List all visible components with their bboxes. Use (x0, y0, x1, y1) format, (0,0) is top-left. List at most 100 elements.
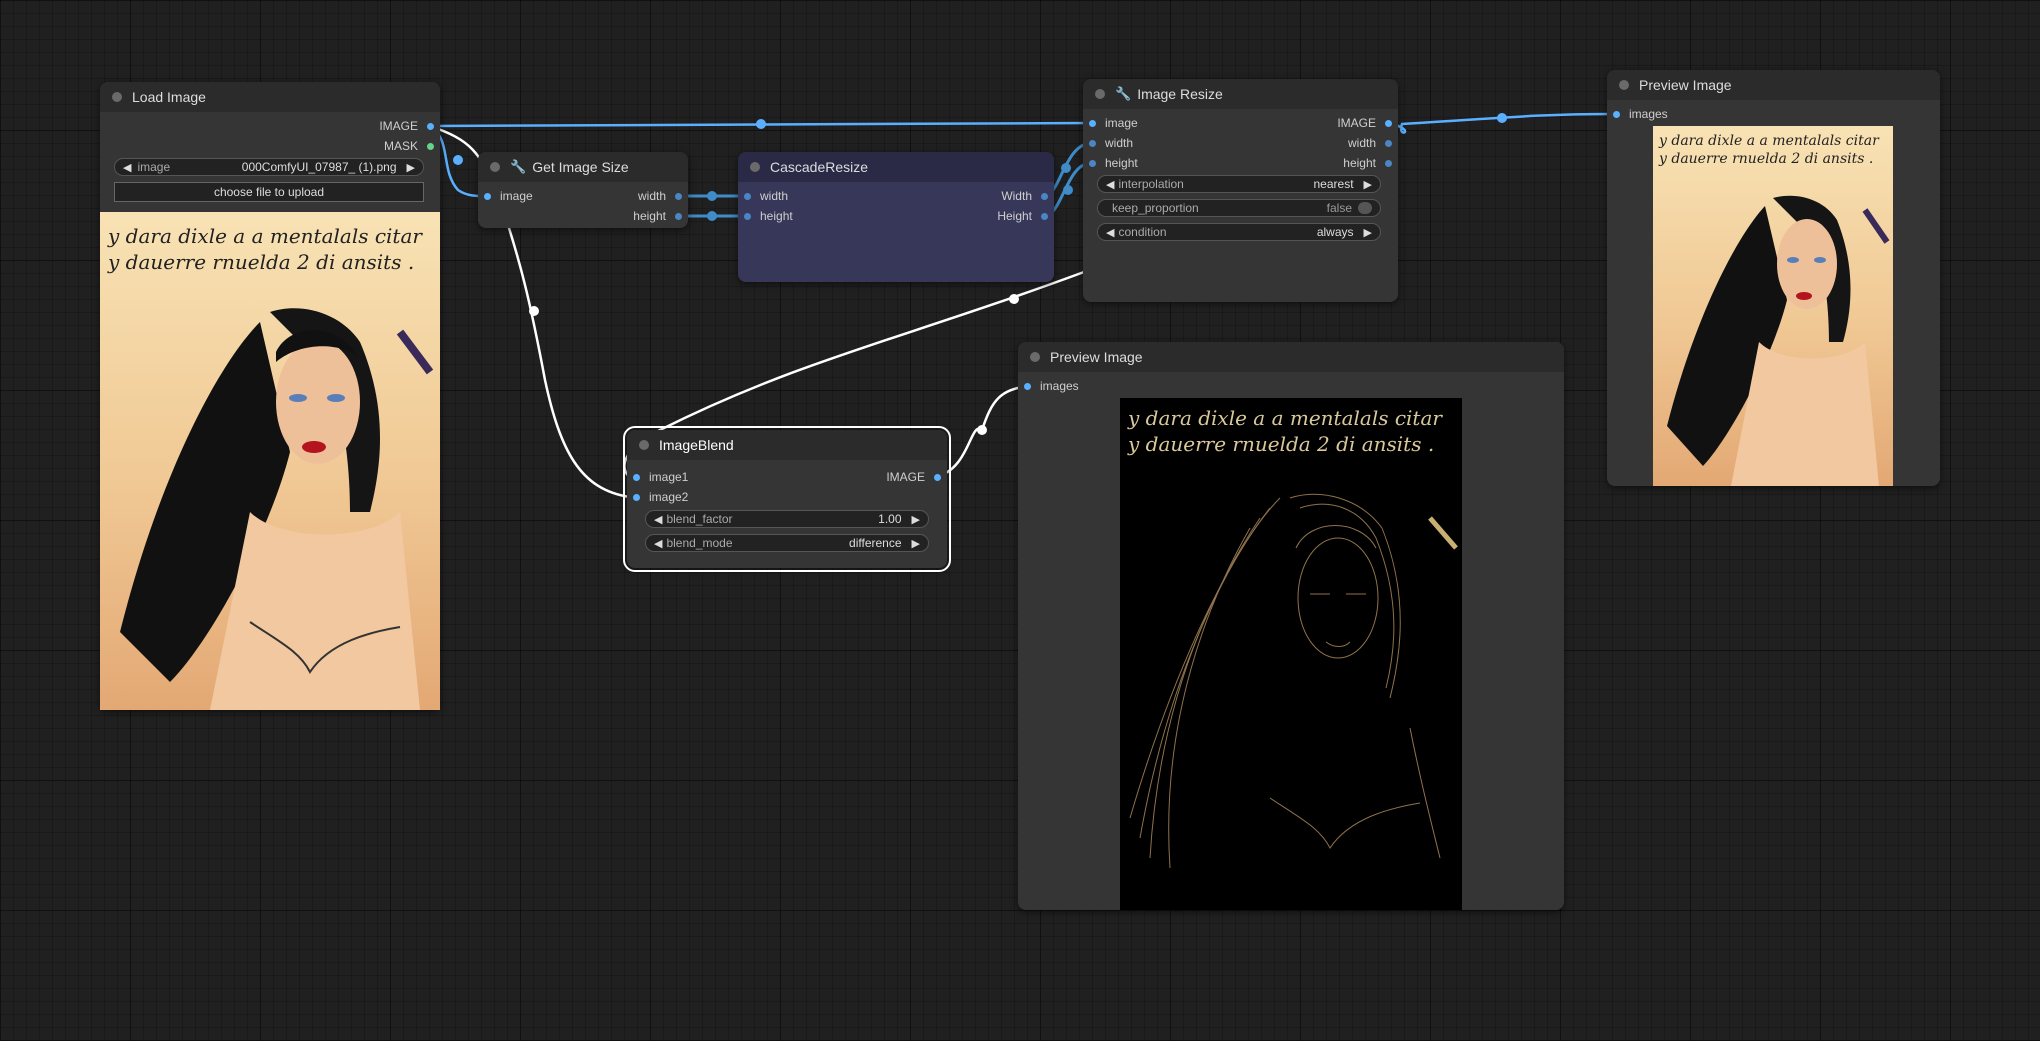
keep-proportion-toggle[interactable]: keep_proportion false (1097, 199, 1381, 217)
collapse-dot-icon[interactable] (1619, 80, 1629, 90)
blend-factor-slider[interactable]: ◀ blend_factor 1.00 ▶ (645, 510, 929, 528)
port-label: Width (1001, 189, 1032, 203)
arrow-right-icon[interactable]: ▶ (912, 513, 920, 526)
node-title[interactable]: CascadeResize (738, 152, 1054, 182)
port-label: height (1343, 156, 1376, 170)
output-mask[interactable]: MASK (384, 137, 434, 155)
arrow-left-icon[interactable]: ◀ (654, 537, 662, 550)
arrow-right-icon[interactable]: ▶ (912, 537, 920, 550)
resized-image-preview: y dara dixle a a mentalals citar y dauer… (1653, 126, 1893, 486)
input-image1[interactable]: image1 (633, 468, 688, 486)
node-cascade-resize[interactable]: CascadeResize width height Width Height (738, 152, 1054, 282)
port-dot-icon[interactable] (427, 142, 434, 150)
input-images[interactable]: images (1024, 377, 1079, 395)
interpolation-combo[interactable]: ◀ interpolation nearest ▶ (1097, 175, 1381, 193)
port-label: IMAGE (886, 470, 925, 484)
toggle-icon[interactable] (1358, 202, 1372, 214)
node-title[interactable]: Load Image (100, 82, 440, 112)
collapse-dot-icon[interactable] (639, 440, 649, 450)
widget-label: keep_proportion (1112, 201, 1199, 215)
arrow-left-icon[interactable]: ◀ (654, 513, 662, 526)
port-dot-icon[interactable] (484, 192, 491, 200)
collapse-dot-icon[interactable] (112, 92, 122, 102)
output-width[interactable]: width (638, 187, 682, 205)
upload-button[interactable]: choose file to upload (114, 182, 424, 202)
node-preview-image-bottom[interactable]: Preview Image images y dara dixle a a me… (1018, 342, 1564, 910)
output-image[interactable]: IMAGE (886, 468, 941, 486)
collapse-dot-icon[interactable] (1030, 352, 1040, 362)
node-image-blend[interactable]: ImageBlend image1 image2 IMAGE ◀ blend_f… (623, 426, 951, 572)
node-get-image-size[interactable]: 🔧 Get Image Size image width height (478, 152, 688, 228)
port-dot-icon[interactable] (1089, 119, 1096, 127)
arrow-left-icon[interactable]: ◀ (1106, 226, 1114, 239)
input-width[interactable]: width (1089, 134, 1133, 152)
arrow-left-icon[interactable]: ◀ (123, 161, 131, 174)
blend-mode-combo[interactable]: ◀ blend_mode difference ▶ (645, 534, 929, 552)
input-image2[interactable]: image2 (633, 488, 688, 506)
widget-value: always (1316, 225, 1354, 239)
port-label: image (500, 189, 533, 203)
port-dot-icon[interactable] (1041, 192, 1048, 200)
widget-value: 1.00 (878, 512, 902, 526)
port-dot-icon[interactable] (1089, 139, 1096, 147)
port-dot-icon[interactable] (744, 192, 751, 200)
output-height[interactable]: height (633, 207, 682, 225)
port-label: image2 (649, 490, 689, 504)
input-images[interactable]: images (1613, 105, 1668, 123)
node-title-text: ImageBlend (659, 437, 734, 453)
output-image[interactable]: IMAGE (1337, 114, 1392, 132)
input-width[interactable]: width (744, 187, 788, 205)
input-height[interactable]: height (1089, 154, 1138, 172)
node-image-resize[interactable]: 🔧 Image Resize image width height IMAGE … (1083, 79, 1398, 302)
widget-value: difference (849, 536, 902, 550)
port-dot-icon[interactable] (427, 122, 434, 130)
wire-resize-to-preview (1387, 112, 1613, 134)
node-title[interactable]: Preview Image (1018, 342, 1564, 372)
input-height[interactable]: height (744, 207, 793, 225)
wrench-icon: 🔧 (1115, 86, 1132, 101)
image-combo[interactable]: ◀ image 000ComfyUI_07987_ (1).png ▶ (114, 158, 424, 176)
port-dot-icon[interactable] (1385, 159, 1392, 167)
port-dot-icon[interactable] (934, 473, 941, 481)
port-dot-icon[interactable] (1613, 110, 1620, 118)
port-dot-icon[interactable] (633, 493, 640, 501)
output-width[interactable]: Width (1001, 187, 1048, 205)
arrow-right-icon[interactable]: ▶ (1364, 178, 1372, 191)
input-image[interactable]: image (1089, 114, 1138, 132)
input-image[interactable]: image (484, 187, 533, 205)
port-dot-icon[interactable] (1024, 382, 1031, 390)
node-preview-image-top[interactable]: Preview Image images y dara dixle a a me… (1607, 70, 1940, 486)
widget-label: interpolation (1118, 177, 1184, 191)
node-title-text: Preview Image (1639, 77, 1732, 93)
port-dot-icon[interactable] (1385, 139, 1392, 147)
node-title[interactable]: ImageBlend (627, 430, 947, 460)
node-title[interactable]: Preview Image (1607, 70, 1940, 100)
port-dot-icon[interactable] (1385, 119, 1392, 127)
port-dot-icon[interactable] (675, 212, 682, 220)
port-dot-icon[interactable] (1041, 212, 1048, 220)
port-dot-icon[interactable] (675, 192, 682, 200)
port-dot-icon[interactable] (1089, 159, 1096, 167)
portrait-drawing (1667, 195, 1890, 486)
output-image[interactable]: IMAGE (379, 117, 434, 135)
output-height[interactable]: Height (997, 207, 1048, 225)
port-dot-icon[interactable] (744, 212, 751, 220)
widget-value: nearest (1313, 177, 1354, 191)
collapse-dot-icon[interactable] (750, 162, 760, 172)
arrow-right-icon[interactable]: ▶ (407, 161, 415, 174)
node-title[interactable]: 🔧 Image Resize (1083, 79, 1398, 109)
arrow-left-icon[interactable]: ◀ (1106, 178, 1114, 191)
output-width[interactable]: width (1348, 134, 1392, 152)
collapse-dot-icon[interactable] (1095, 89, 1105, 99)
port-dot-icon[interactable] (633, 473, 640, 481)
node-title[interactable]: 🔧 Get Image Size (478, 152, 688, 182)
arrow-right-icon[interactable]: ▶ (1364, 226, 1372, 239)
output-height[interactable]: height (1343, 154, 1392, 172)
node-load-image[interactable]: Load Image IMAGE MASK ◀ image 000ComfyUI… (100, 82, 440, 710)
node-title-text: Image Resize (1137, 86, 1223, 102)
port-label: width (637, 189, 666, 203)
node-title-text: Load Image (132, 89, 206, 105)
port-label: image1 (649, 470, 689, 484)
collapse-dot-icon[interactable] (490, 162, 500, 172)
condition-combo[interactable]: ◀ condition always ▶ (1097, 223, 1381, 241)
